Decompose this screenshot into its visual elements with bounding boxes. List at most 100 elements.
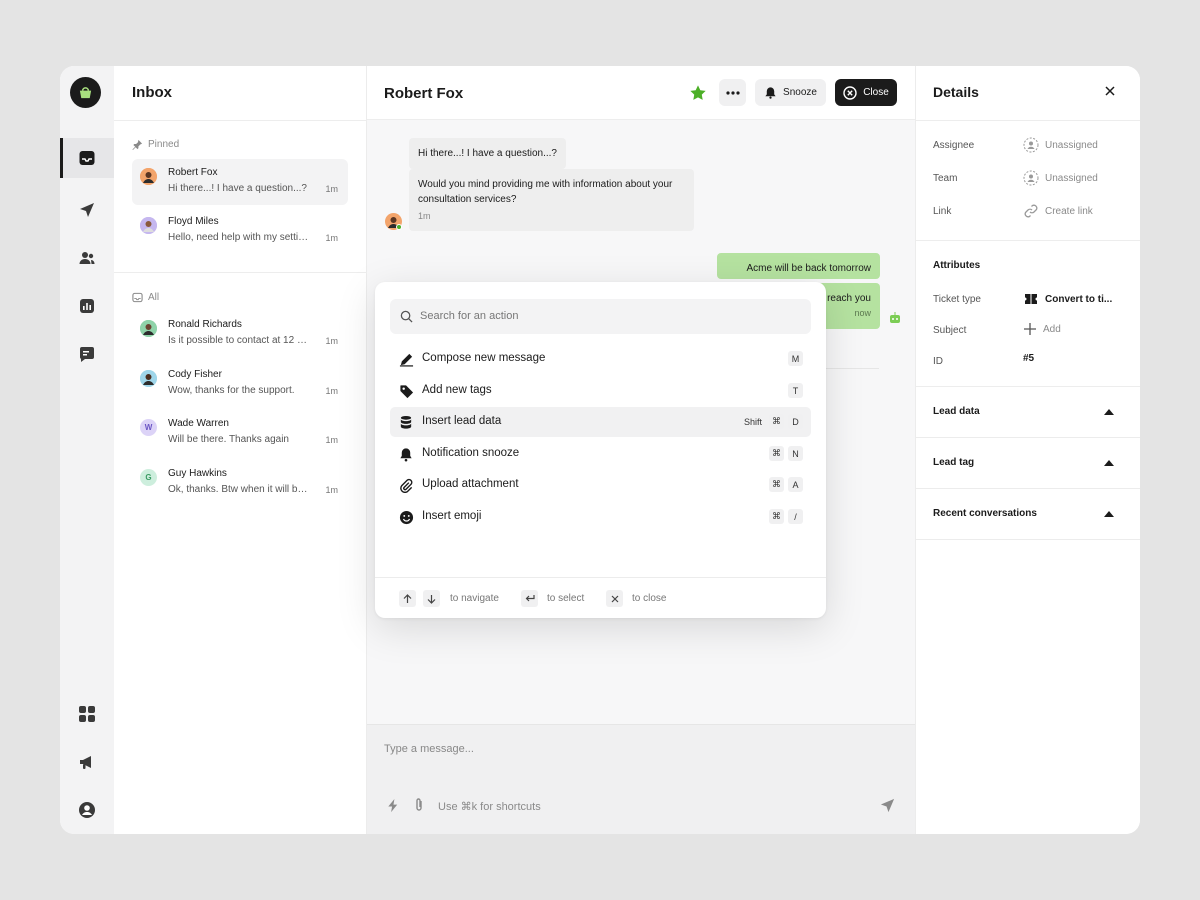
star-button[interactable] bbox=[687, 79, 709, 106]
avatar bbox=[140, 217, 157, 234]
link-label: Link bbox=[933, 206, 952, 217]
avatar-initial: W bbox=[140, 419, 157, 436]
plus-icon bbox=[1024, 323, 1036, 335]
conversation-time: 1m bbox=[325, 233, 338, 243]
message-input[interactable]: Type a message... bbox=[384, 743, 474, 755]
basket-icon bbox=[79, 87, 92, 99]
close-conversation-button[interactable]: Close bbox=[835, 79, 897, 106]
link-row: Link Create link bbox=[933, 203, 1123, 221]
snooze-button[interactable]: Snooze bbox=[755, 79, 826, 106]
ticket-icon bbox=[1025, 294, 1037, 304]
add-subject-button[interactable]: Add bbox=[1023, 322, 1061, 336]
send-button[interactable] bbox=[879, 797, 896, 819]
conversation-item[interactable]: Robert Fox Hi there...! I have a questio… bbox=[132, 159, 348, 205]
team-text: Unassigned bbox=[1045, 172, 1098, 184]
attach-button[interactable] bbox=[413, 797, 425, 818]
contacts-icon bbox=[79, 252, 95, 264]
enter-icon bbox=[521, 590, 538, 607]
conversation-item[interactable]: Floyd Miles Hello, need help with my set… bbox=[132, 208, 348, 254]
search-placeholder: Search for an action bbox=[420, 310, 519, 322]
bell-snooze-icon bbox=[765, 87, 776, 99]
nav-apps[interactable] bbox=[60, 694, 114, 734]
conversation-name: Floyd Miles bbox=[168, 216, 219, 227]
bot-icon bbox=[890, 312, 900, 323]
message-bubble: Would you mind providing me with informa… bbox=[409, 169, 694, 231]
conversation-item[interactable]: G Guy Hawkins Ok, thanks. Btw when it wi… bbox=[132, 460, 348, 506]
assignee-value[interactable]: Unassigned bbox=[1023, 137, 1098, 153]
more-icon bbox=[725, 90, 740, 95]
lead-tag-section[interactable]: Lead tag bbox=[916, 438, 1140, 489]
shortcut-keys: ⌘ N bbox=[769, 446, 803, 461]
nav-announcements[interactable] bbox=[60, 742, 114, 782]
brand-logo[interactable] bbox=[70, 77, 101, 108]
subject-label: Subject bbox=[933, 325, 967, 336]
conversation-item[interactable]: W Wade Warren Will be there. Thanks agai… bbox=[132, 410, 348, 456]
chat-icon bbox=[79, 347, 94, 362]
team-value[interactable]: Unassigned bbox=[1023, 170, 1098, 186]
nav-contacts[interactable] bbox=[60, 238, 114, 278]
more-button[interactable] bbox=[719, 79, 746, 106]
action-label: Compose new message bbox=[422, 352, 546, 364]
nav-profile[interactable] bbox=[60, 790, 114, 830]
divider bbox=[114, 120, 367, 121]
avatar-ronald-richards bbox=[140, 320, 157, 337]
action-add-tags[interactable]: Add new tags T bbox=[390, 376, 811, 406]
nav-chat[interactable] bbox=[60, 334, 114, 374]
conversation-item[interactable]: Cody Fisher Wow, thanks for the support.… bbox=[132, 361, 348, 407]
create-link-button[interactable]: Create link bbox=[1023, 203, 1093, 219]
nav-inbox[interactable] bbox=[60, 138, 114, 178]
conversation-item[interactable]: Ronald Richards Is it possible to contac… bbox=[132, 311, 348, 357]
database-icon bbox=[398, 414, 414, 430]
chevron-up-icon bbox=[1104, 511, 1114, 517]
all-section-label: All bbox=[132, 292, 159, 303]
details-close-button[interactable] bbox=[1102, 83, 1118, 99]
nav-reports[interactable] bbox=[60, 286, 114, 326]
message-time: 1m bbox=[418, 211, 431, 221]
reply-bubble: Acme will be back tomorrow bbox=[717, 253, 880, 279]
action-notification-snooze[interactable]: Notification snooze ⌘ N bbox=[390, 439, 811, 469]
conversation-time: 1m bbox=[325, 184, 338, 194]
action-upload-attachment[interactable]: Upload attachment ⌘ A bbox=[390, 470, 811, 500]
ticket-type-text: Convert to ti... bbox=[1045, 293, 1113, 305]
conversation-time: 1m bbox=[325, 336, 338, 346]
lead-data-section[interactable]: Lead data bbox=[916, 387, 1140, 438]
inbox-icon bbox=[79, 151, 95, 165]
key: ⌘ bbox=[769, 477, 784, 492]
arrow-down-icon bbox=[423, 590, 440, 607]
message-text: Would you mind providing me with informa… bbox=[418, 179, 673, 205]
assignee-label: Assignee bbox=[933, 140, 975, 151]
key: / bbox=[788, 509, 803, 524]
ticket-type-value[interactable]: Convert to ti... bbox=[1023, 291, 1112, 307]
action-insert-lead-data[interactable]: Insert lead data Shift ⌘ D bbox=[390, 407, 811, 437]
recent-conversations-section[interactable]: Recent conversations bbox=[916, 489, 1140, 540]
team-row: Team Unassigned bbox=[933, 170, 1123, 188]
conversation-name: Robert Fox bbox=[168, 167, 218, 178]
subject-row: Subject Add bbox=[933, 322, 1123, 340]
conversation-time: 1m bbox=[325, 435, 338, 445]
quick-actions-button[interactable] bbox=[386, 798, 400, 818]
all-label: All bbox=[148, 292, 160, 303]
paperclip-icon bbox=[398, 477, 414, 493]
attributes-title: Attributes bbox=[933, 260, 981, 271]
recent-conversations-title: Recent conversations bbox=[933, 508, 1037, 519]
link-icon bbox=[1024, 204, 1038, 218]
conversation-preview: Hi there...! I have a question...? bbox=[168, 183, 307, 194]
action-compose[interactable]: Compose new message M bbox=[390, 344, 811, 374]
bell-snooze-icon bbox=[398, 446, 414, 462]
nav-send[interactable] bbox=[60, 190, 114, 230]
conversation-preview: Will be there. Thanks again bbox=[168, 434, 289, 445]
create-link-text: Create link bbox=[1045, 205, 1093, 217]
conversation-time: 1m bbox=[325, 386, 338, 396]
shortcut-keys: T bbox=[788, 383, 803, 398]
emoji-icon bbox=[398, 509, 414, 525]
escape-icon bbox=[606, 590, 623, 607]
arrow-up-icon bbox=[399, 590, 416, 607]
shortcut-keys: ⌘ / bbox=[769, 509, 803, 524]
navigate-hint: to navigate bbox=[450, 593, 499, 604]
action-search-input[interactable]: Search for an action bbox=[390, 299, 811, 334]
bot-avatar bbox=[888, 311, 902, 325]
snooze-label: Snooze bbox=[783, 87, 817, 98]
action-label: Notification snooze bbox=[422, 447, 520, 459]
avatar-robert-fox-small bbox=[385, 213, 402, 230]
action-insert-emoji[interactable]: Insert emoji ⌘ / bbox=[390, 502, 811, 532]
